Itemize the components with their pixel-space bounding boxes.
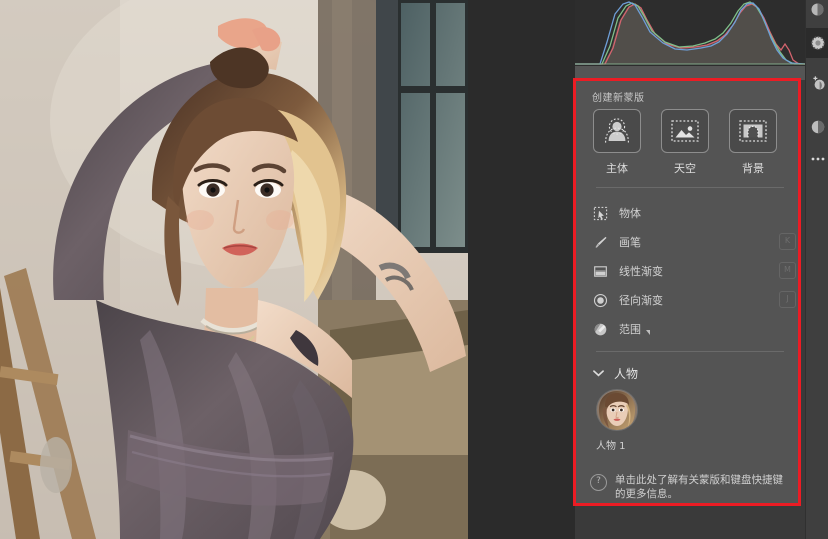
create-mask-button-row: 主体 天空 背景	[590, 109, 786, 176]
ellipsis-icon	[811, 157, 824, 161]
people-section-label: 人物	[614, 366, 639, 381]
brush-icon	[590, 232, 610, 252]
mask-help-link[interactable]: ? 单击此处了解有关蒙版和键盘快捷键的更多信息。	[590, 473, 786, 501]
mask-tool-linear-gradient[interactable]: 线性渐变 M	[590, 259, 796, 283]
create-mask-subject-label: 主体	[606, 162, 628, 175]
create-mask-subject[interactable]: 主体	[590, 109, 644, 176]
chevron-down-icon	[646, 329, 650, 335]
divider-top	[596, 187, 784, 188]
range-icon	[590, 319, 610, 339]
app-root: 创建新蒙版 主体 天空 背景 物体 画笔 K 线性渐变 M 径向渐变 J 范围 …	[0, 0, 828, 539]
create-mask-background-label: 背景	[742, 162, 764, 175]
tool-rail-item-masking-tool[interactable]	[806, 112, 828, 142]
person-1[interactable]: 人物 1	[596, 389, 652, 452]
background-tile	[729, 109, 777, 153]
subject-person-icon	[605, 118, 629, 143]
mask-panel-inner: 创建新蒙版 主体 天空 背景 物体 画笔 K 线性渐变 M 径向渐变 J 范围 …	[576, 81, 798, 503]
photo-preview[interactable]	[0, 0, 468, 539]
people-section-header[interactable]: 人物	[590, 363, 790, 383]
person-1-label: 人物 1	[596, 441, 626, 452]
mask-tool-radial-gradient[interactable]: 径向渐变 J	[590, 288, 796, 312]
canvas-area	[0, 0, 575, 539]
sky-tile	[661, 109, 709, 153]
create-mask-sky-label: 天空	[674, 162, 696, 175]
object-select-icon	[590, 203, 610, 223]
right-panel-column: 创建新蒙版 主体 天空 背景 物体 画笔 K 线性渐变 M 径向渐变 J 范围 …	[573, 0, 828, 539]
dotted-circle-icon	[810, 36, 825, 50]
mask-tool-linear-gradient-shortcut: M	[779, 262, 796, 279]
mask-tool-linear-gradient-label: 线性渐变	[619, 265, 663, 278]
mask-circle-icon	[811, 120, 824, 134]
mask-tool-object[interactable]: 物体	[590, 201, 790, 225]
mask-tool-object-label: 物体	[619, 207, 641, 220]
plus-circle-icon	[812, 76, 825, 90]
tool-rail-item-spot-removal-tool[interactable]	[806, 28, 828, 58]
question-mark-icon: ?	[590, 474, 607, 491]
create-mask-background[interactable]: 背景	[726, 109, 780, 176]
mask-help-text: 单击此处了解有关蒙版和键盘快捷键的更多信息。	[615, 474, 783, 500]
tool-rail	[805, 0, 828, 539]
tool-rail-item-red-eye-tool[interactable]	[806, 68, 828, 98]
mask-tool-brush-label: 画笔	[619, 236, 641, 249]
subject-tile	[593, 109, 641, 153]
mask-tool-brush[interactable]: 画笔 K	[590, 230, 796, 254]
mask-tool-range-label: 范围	[619, 323, 641, 336]
background-arch-icon	[739, 120, 767, 142]
person-1-thumbnail	[596, 389, 638, 431]
tool-rail-item-crop-tool[interactable]	[806, 0, 828, 24]
radial-gradient-icon	[590, 290, 610, 310]
mask-tool-range[interactable]: 范围	[590, 317, 790, 341]
circle-half-icon	[811, 3, 824, 15]
mask-tool-radial-gradient-label: 径向渐变	[619, 294, 663, 307]
divider-bottom	[596, 351, 784, 352]
tool-rail-item-more-tools[interactable]	[806, 144, 828, 174]
rgb-histogram[interactable]	[575, 0, 805, 66]
panel-title: 创建新蒙版	[592, 93, 645, 104]
mask-tool-radial-gradient-shortcut: J	[779, 291, 796, 308]
create-new-mask-panel: 创建新蒙版 主体 天空 背景 物体 画笔 K 线性渐变 M 径向渐变 J 范围 …	[573, 78, 801, 506]
linear-gradient-icon	[590, 261, 610, 281]
sky-landscape-icon	[671, 120, 699, 142]
create-mask-sky[interactable]: 天空	[658, 109, 712, 176]
chevron-down-icon	[590, 369, 606, 377]
mask-tool-brush-shortcut: K	[779, 233, 796, 250]
